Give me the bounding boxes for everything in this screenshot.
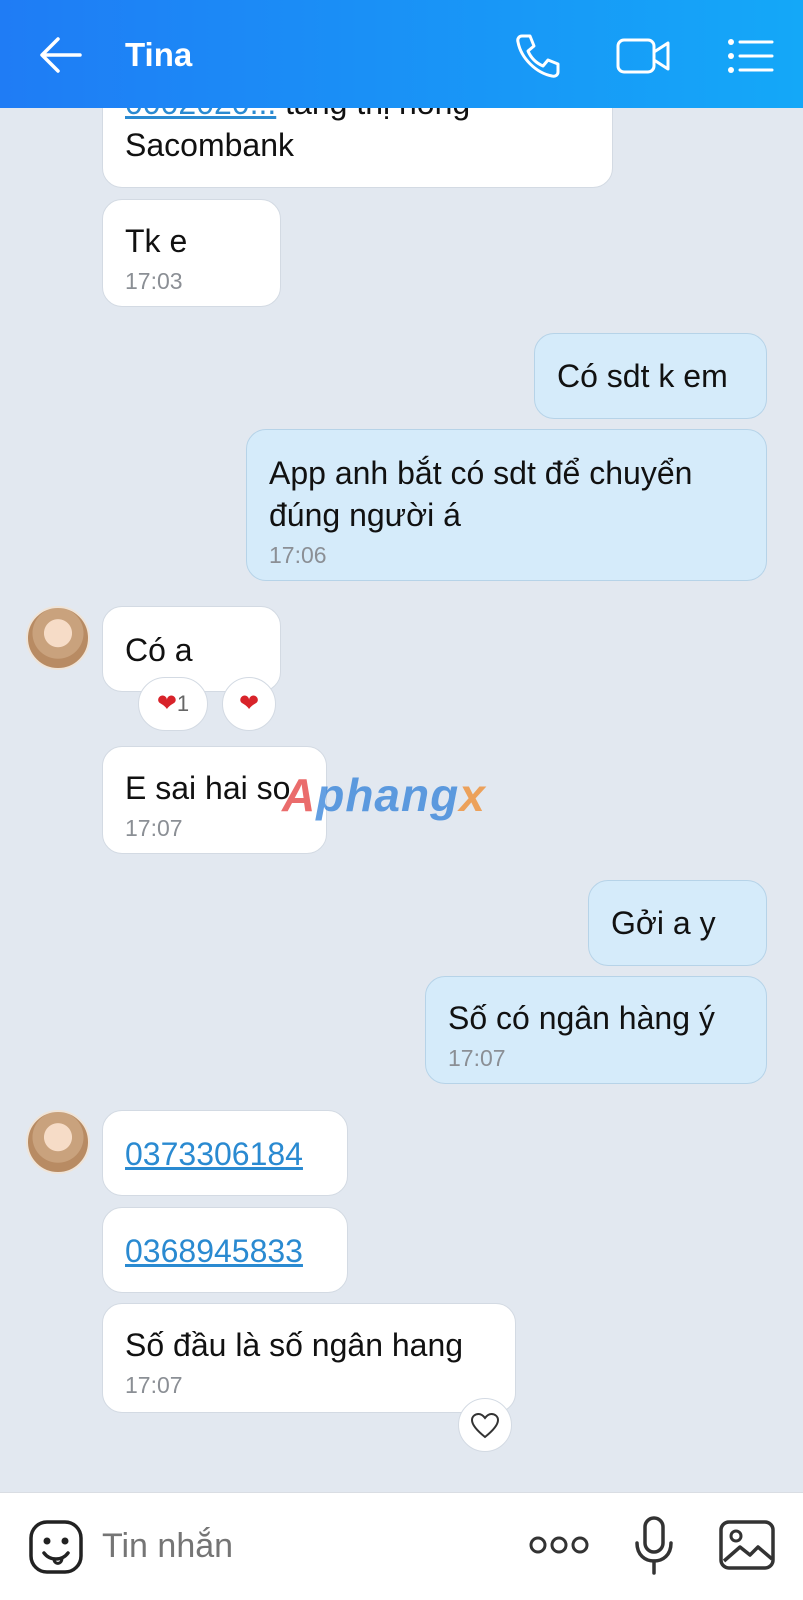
- message-bubble[interactable]: Số có ngân hàng ý 17:07: [425, 976, 767, 1084]
- video-call-icon[interactable]: [614, 28, 674, 84]
- message-input[interactable]: [102, 1523, 482, 1569]
- contact-avatar[interactable]: [26, 1110, 90, 1174]
- heart-react-button[interactable]: [458, 1398, 512, 1452]
- phone-number-link[interactable]: 0373306184: [125, 1136, 303, 1172]
- image-icon[interactable]: [718, 1517, 776, 1573]
- sticker-icon[interactable]: [28, 1519, 84, 1575]
- message-text: Số có ngân hàng ý: [448, 1000, 715, 1036]
- message-time: 17:07: [448, 1045, 506, 1071]
- message-text: Sacombank: [125, 127, 294, 163]
- message-text: Số đầu là số ngân hang: [125, 1327, 464, 1363]
- message-text: Có a: [125, 632, 193, 668]
- message-text: E sai hai so: [125, 770, 291, 806]
- heart-outline-icon: [470, 1412, 500, 1439]
- back-arrow-icon[interactable]: [36, 30, 88, 80]
- message-text: App anh bắt có sdt để chuyển: [269, 455, 693, 491]
- message-text: Tk e: [125, 223, 188, 259]
- message-composer: [0, 1492, 803, 1600]
- chat-header: Tina: [0, 0, 803, 108]
- heart-react-button[interactable]: ❤: [222, 677, 276, 731]
- phone-number-link[interactable]: 0368945833: [125, 1233, 303, 1269]
- message-time: 17:07: [125, 815, 183, 841]
- message-bubble[interactable]: App anh bắt có sdt để chuyển đúng người …: [246, 429, 767, 581]
- message-bubble[interactable]: Tk e 17:03: [102, 199, 281, 307]
- watermark: Aphangx: [282, 769, 486, 821]
- message-text: Có sdt k em: [557, 358, 728, 394]
- message-bubble[interactable]: 0368945833: [102, 1207, 348, 1293]
- phone-icon[interactable]: [508, 28, 568, 84]
- message-bubble[interactable]: 0373306184: [102, 1110, 348, 1196]
- message-bubble[interactable]: Gởi a y: [588, 880, 767, 966]
- message-time: 17:07: [125, 1372, 183, 1398]
- contact-name[interactable]: Tina: [125, 36, 192, 74]
- message-text: đúng người á: [269, 497, 461, 533]
- message-time: 17:03: [125, 268, 183, 294]
- message-bubble[interactable]: Có sdt k em: [534, 333, 767, 419]
- message-time: 17:06: [269, 542, 327, 568]
- message-text: Gởi a y: [611, 905, 716, 941]
- contact-avatar[interactable]: [26, 606, 90, 670]
- reaction-heart-count[interactable]: ❤1: [138, 677, 208, 731]
- chat-area[interactable]: Sacombank 0002020... tang thị hồng Tk e …: [0, 0, 803, 1492]
- message-bubble[interactable]: Số đầu là số ngân hang 17:07: [102, 1303, 516, 1413]
- more-dots-icon[interactable]: [528, 1533, 590, 1557]
- microphone-icon[interactable]: [632, 1515, 676, 1577]
- menu-list-icon[interactable]: [722, 28, 782, 84]
